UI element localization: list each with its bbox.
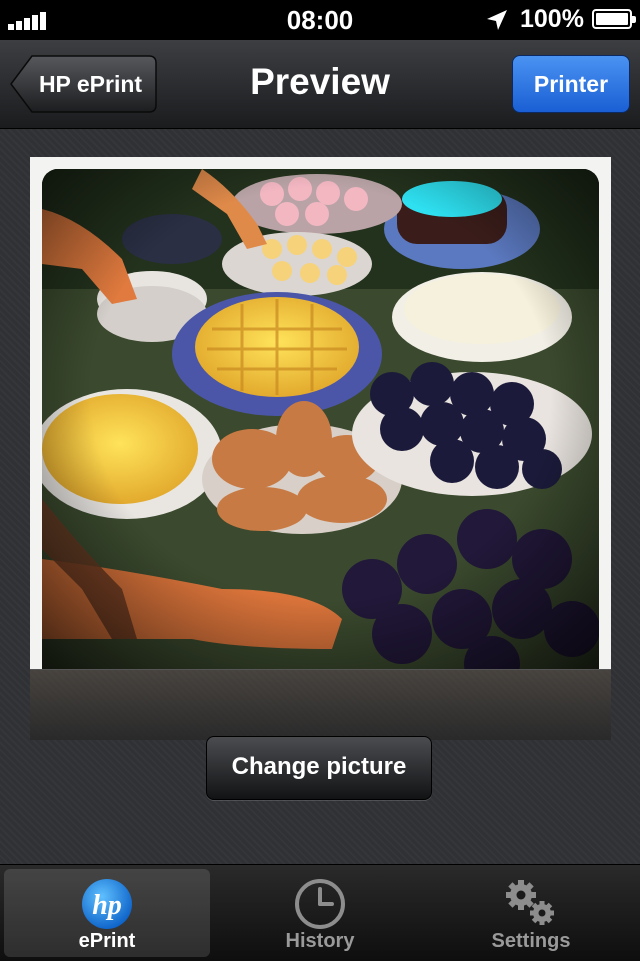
- tab-history-label: History: [285, 930, 355, 952]
- clock-icon: [295, 879, 345, 929]
- preview-photo: [42, 169, 599, 669]
- tab-settings[interactable]: Settings: [428, 869, 634, 957]
- battery-percent: 100%: [520, 5, 584, 33]
- tab-eprint[interactable]: hp ePrint: [4, 869, 210, 957]
- printer-button[interactable]: Printer: [512, 55, 630, 113]
- location-arrow-icon: [487, 10, 507, 30]
- tab-history[interactable]: History: [217, 869, 423, 957]
- navigation-bar: HP ePrint Preview Printer: [0, 40, 640, 129]
- photo-frame: [30, 157, 611, 669]
- hp-logo-icon: hp: [82, 879, 132, 929]
- preview-area: Change picture: [0, 129, 640, 864]
- change-picture-button[interactable]: Change picture: [206, 736, 432, 800]
- gears-icon: [506, 880, 554, 925]
- battery-icon: [592, 9, 636, 29]
- tab-settings-label: Settings: [491, 930, 571, 952]
- tab-bar: hp ePrint History Settings: [0, 864, 640, 961]
- svg-text:hp: hp: [92, 890, 122, 921]
- photo-reflection: [30, 669, 611, 740]
- tab-eprint-label: ePrint: [78, 930, 136, 952]
- status-bar: 08:00 100%: [0, 0, 640, 40]
